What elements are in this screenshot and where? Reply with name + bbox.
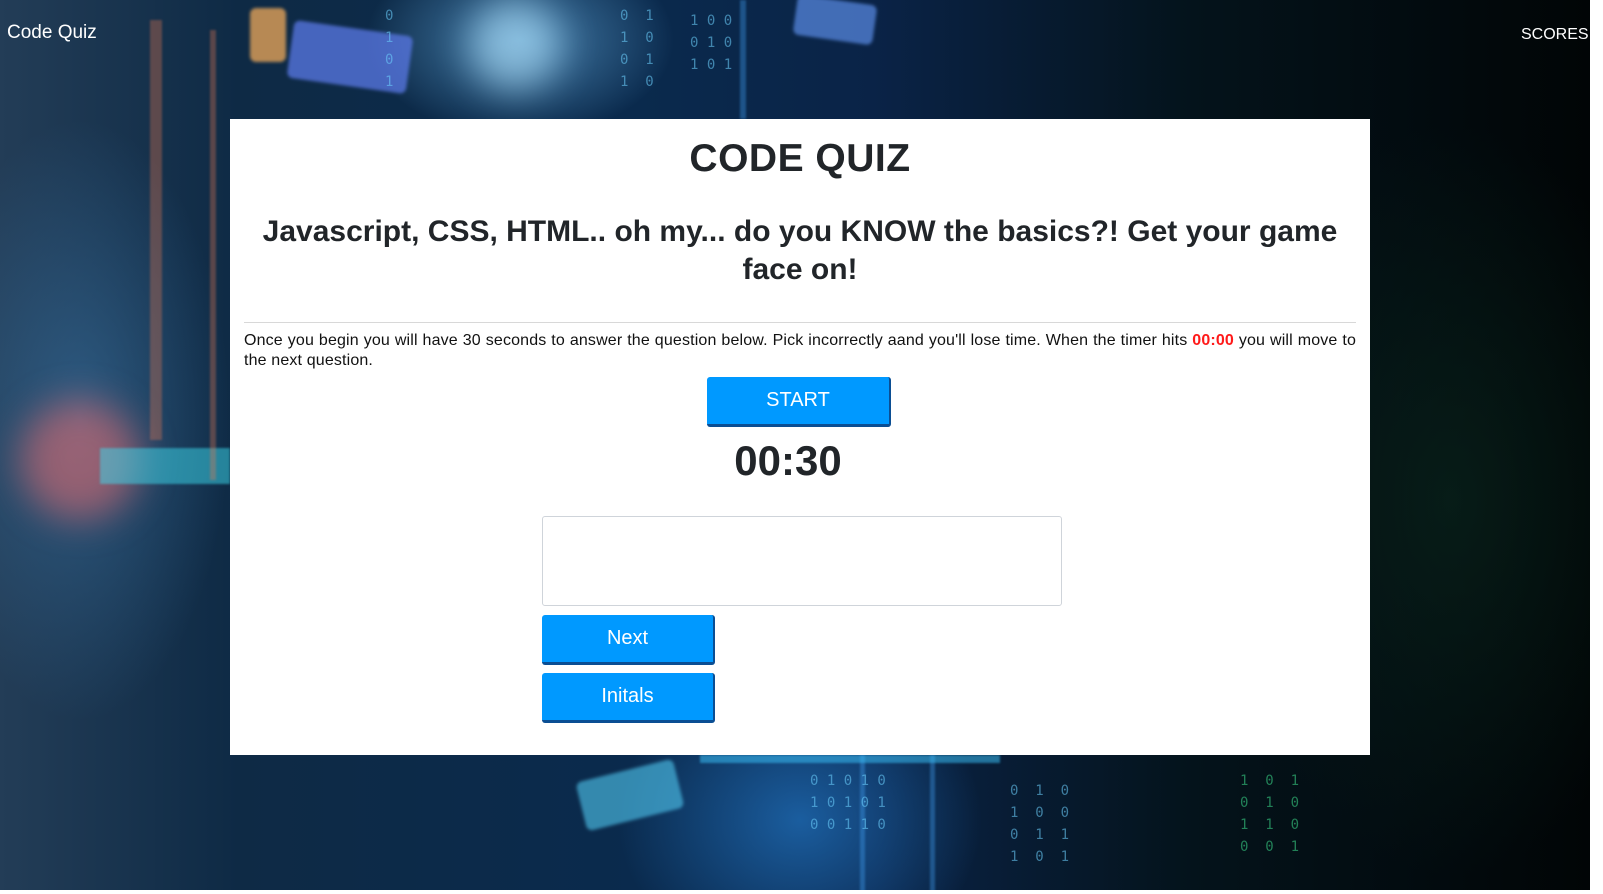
background-digits: 0 1 1 0 0 1 1 0: [620, 8, 654, 90]
start-button[interactable]: START: [707, 377, 891, 427]
quiz-card: CODE QUIZ Javascript, CSS, HTML.. oh my.…: [230, 119, 1370, 755]
instructions-text: Once you begin you will have 30 seconds …: [244, 332, 1193, 349]
background-tag: [575, 758, 685, 832]
background-tag: [250, 8, 286, 62]
initials-button[interactable]: Initals: [542, 673, 715, 723]
brand-link[interactable]: Code Quiz: [7, 22, 97, 44]
background-digits: 0 1 0 1: [385, 8, 394, 90]
page-edge: [1590, 0, 1603, 894]
background-digits: 0 1 0 1 0 0 0 1 1 1 0 1: [1010, 783, 1070, 865]
background-bar: [740, 0, 746, 119]
background-tag: [286, 19, 414, 95]
countdown-timer: 00:30: [734, 437, 842, 484]
instructions-timer-value: 00:00: [1192, 332, 1234, 349]
divider: [244, 322, 1356, 323]
background-digits: 1 0 0 0 1 0 1 0 1: [690, 13, 733, 73]
next-button[interactable]: Next: [542, 615, 715, 665]
quiz-instructions: Once you begin you will have 30 seconds …: [244, 331, 1356, 371]
background-tag: [792, 0, 878, 46]
background-bar: [150, 20, 162, 440]
scores-link[interactable]: SCORES: [1521, 26, 1589, 44]
page-title: CODE QUIZ: [689, 137, 911, 180]
quiz-subtitle: Javascript, CSS, HTML.. oh my... do you …: [262, 215, 1338, 286]
background-bar: [210, 30, 216, 480]
page-edge: [0, 890, 1603, 894]
background-digits: 1 0 1 0 1 0 1 1 0 0 0 1: [1240, 773, 1300, 855]
background-digits: 0 1 0 1 0 1 0 1 0 1 0 0 1 1 0: [810, 773, 886, 833]
background-bar: [930, 755, 935, 894]
background-glow: [470, 0, 560, 90]
background-bar: [700, 755, 1000, 763]
question-answer-box[interactable]: [542, 516, 1062, 606]
